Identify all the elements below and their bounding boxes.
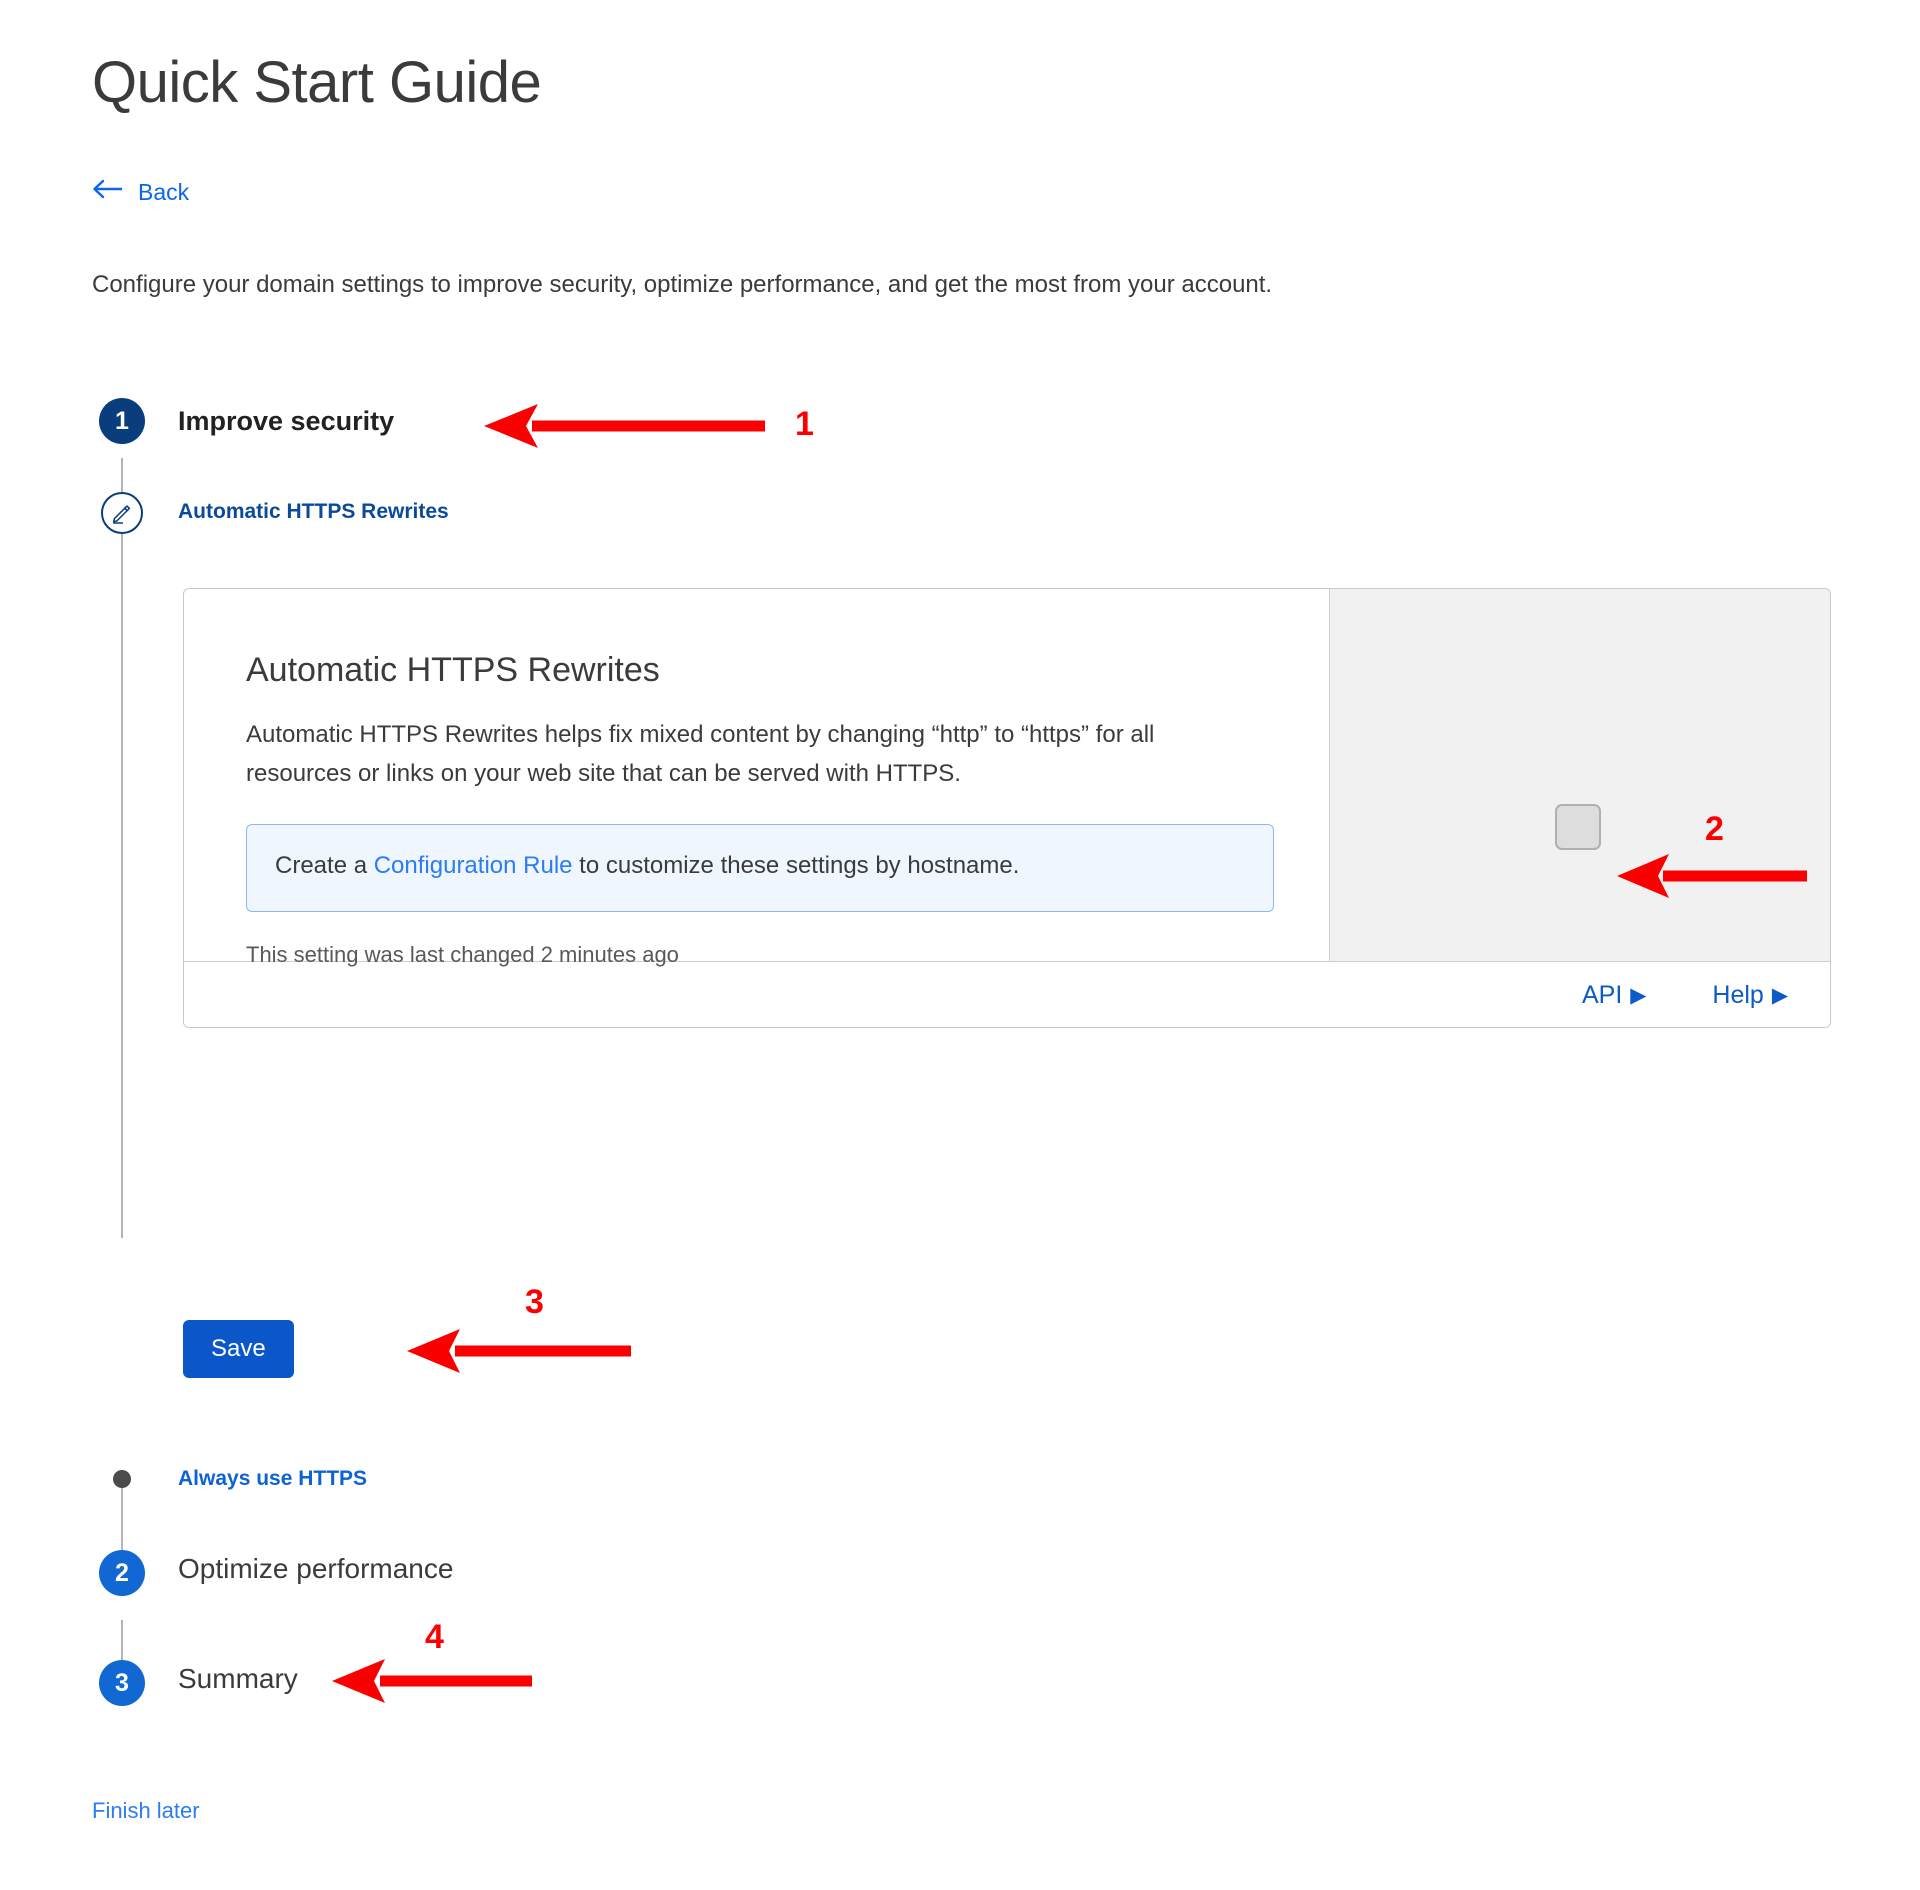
step-badge-3: 3 (99, 1660, 145, 1706)
setting-card-heading: Automatic HTTPS Rewrites (246, 651, 660, 689)
arrow-left-icon (92, 178, 124, 206)
step-badge-2: 2 (99, 1550, 145, 1596)
annotation-label-1: 1 (795, 405, 814, 443)
improve-security-step[interactable]: Improve security (178, 406, 394, 437)
save-button[interactable]: Save (183, 1320, 294, 1378)
setting-card-footer: API ▶ Help ▶ (184, 961, 1830, 1027)
callout-prefix: Create a (275, 851, 374, 879)
setting-card-right (1330, 589, 1830, 961)
caret-right-icon: ▶ (1771, 983, 1788, 1007)
annotation-arrow-3 (407, 1329, 631, 1373)
pencil-icon (101, 492, 143, 534)
setting-card-body: Automatic HTTPS Rewrites Automatic HTTPS… (184, 589, 1830, 967)
automatic-https-rewrites-toggle[interactable] (1555, 804, 1601, 850)
last-changed-text: This setting was last changed 2 minutes … (246, 941, 679, 967)
setting-card-description: Automatic HTTPS Rewrites helps fix mixed… (246, 721, 1155, 787)
back-link[interactable]: Back (92, 178, 189, 206)
annotation-arrow-2 (1617, 854, 1807, 898)
annotation-label-2: 2 (1705, 810, 1724, 848)
help-link[interactable]: Help ▶ (1712, 981, 1788, 1010)
substep-link-always-use-https[interactable]: Always use HTTPS (178, 1467, 367, 1491)
setting-card-left: Automatic HTTPS Rewrites Automatic HTTPS… (184, 589, 1330, 967)
caret-right-icon: ▶ (1630, 983, 1647, 1007)
callout-suffix: to customize these settings by hostname. (572, 851, 1020, 879)
api-label: API (1581, 980, 1623, 1009)
optimize-performance-step[interactable]: Optimize performance (178, 1553, 453, 1585)
annotation-arrow-1 (484, 404, 765, 448)
back-label: Back (138, 178, 190, 205)
setting-card: Automatic HTTPS Rewrites Automatic HTTPS… (183, 588, 1831, 1028)
api-link[interactable]: API ▶ (1582, 981, 1646, 1010)
step-badge-1: 1 (99, 398, 145, 444)
annotation-label-3: 3 (525, 1283, 544, 1321)
dot-icon (113, 1470, 131, 1488)
intro-text: Configure your domain settings to improv… (92, 271, 1273, 298)
summary-step[interactable]: Summary (178, 1663, 298, 1695)
annotation-arrow-4 (332, 1659, 532, 1703)
annotation-label-4: 4 (425, 1618, 444, 1656)
configuration-rule-callout: Create a Configuration Rule to customize… (246, 823, 1274, 912)
timeline-rail-1 (121, 458, 123, 1238)
substep-link-automatic-https-rewrites[interactable]: Automatic HTTPS Rewrites (178, 500, 449, 524)
help-label: Help (1712, 980, 1764, 1009)
page-title: Quick Start Guide (92, 50, 542, 115)
configuration-rule-link[interactable]: Configuration Rule (374, 852, 573, 879)
finish-later-link[interactable]: Finish later (92, 1798, 200, 1824)
